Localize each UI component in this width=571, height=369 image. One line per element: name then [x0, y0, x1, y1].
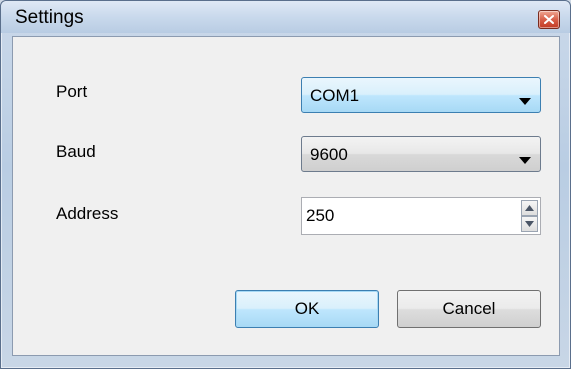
address-value: 250 — [306, 206, 335, 225]
ok-button[interactable]: OK — [235, 290, 379, 328]
chevron-down-icon — [519, 92, 531, 110]
chevron-down-icon — [519, 151, 531, 169]
baud-label: Baud — [56, 142, 96, 161]
port-label: Port — [56, 82, 88, 101]
port-value: COM1 — [310, 86, 360, 105]
title-bar[interactable]: Settings — [1, 1, 570, 33]
cancel-button[interactable]: Cancel — [397, 290, 541, 328]
baud-dropdown[interactable]: 9600 — [301, 136, 541, 172]
window-title: Settings — [15, 7, 84, 28]
address-numeric-input[interactable]: 250 — [301, 197, 541, 235]
port-dropdown[interactable]: COM1 — [301, 77, 541, 113]
settings-window: Settings Port COM1 Baud 9600 Address 250… — [0, 0, 571, 369]
spin-up-button[interactable] — [521, 200, 538, 216]
baud-value: 9600 — [310, 145, 348, 164]
address-spinner — [521, 200, 538, 232]
close-button[interactable] — [538, 10, 560, 29]
spin-down-button[interactable] — [521, 216, 538, 232]
dialog-body: Port COM1 Baud 9600 Address 250 OK Cance… — [12, 36, 560, 356]
address-label: Address — [56, 204, 119, 223]
